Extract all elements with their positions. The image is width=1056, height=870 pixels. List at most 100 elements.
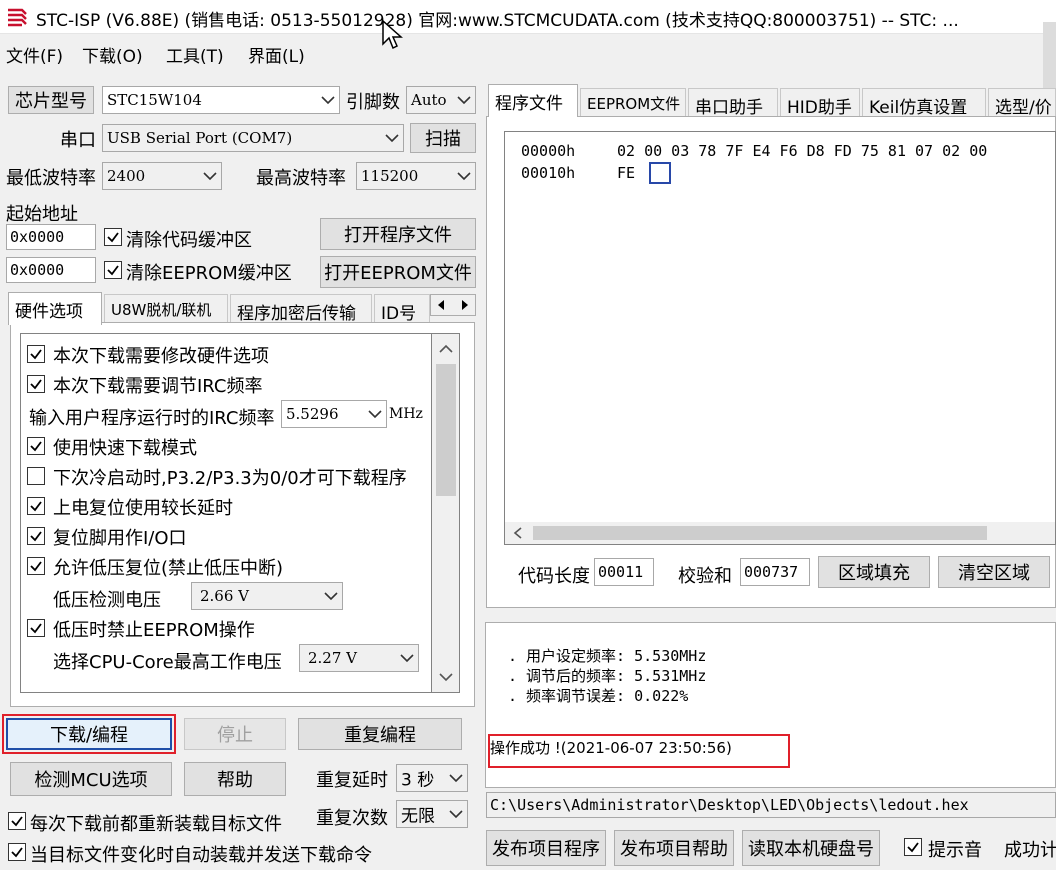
checkmark-icon bbox=[30, 531, 42, 542]
max-baud-label: 最高波特率 bbox=[256, 168, 346, 189]
low-voltage-label: 低压检测电压 bbox=[53, 590, 161, 611]
area-fill-button[interactable]: 区域填充 bbox=[818, 556, 930, 588]
reload-target-checkbox[interactable] bbox=[8, 812, 26, 830]
hardware-options-list: 本次下载需要修改硬件选项 本次下载需要调节IRC频率 输入用户程序运行时的IRC… bbox=[20, 333, 432, 693]
eeprom-address-input[interactable]: 0x0000 bbox=[6, 257, 96, 283]
checkbox[interactable] bbox=[27, 467, 45, 485]
log-line: . 用户设定频率: 5.530MHz bbox=[508, 647, 707, 665]
app-icon bbox=[6, 6, 28, 28]
pin-count-value: Auto bbox=[411, 91, 447, 109]
tab-id-number[interactable]: ID号 bbox=[374, 294, 430, 324]
checkmark-icon bbox=[907, 842, 919, 853]
chip-model-value: STC15W104 bbox=[107, 91, 202, 109]
irc-frequency-label: 输入用户程序运行时的IRC频率 bbox=[29, 408, 275, 429]
scan-button[interactable]: 扫描 bbox=[410, 123, 476, 153]
scroll-left-icon[interactable] bbox=[513, 527, 523, 539]
checkmark-icon bbox=[11, 816, 23, 827]
repeat-count-value: 无限 bbox=[401, 806, 435, 827]
arrow-right-icon[interactable] bbox=[455, 299, 473, 311]
chip-model-button[interactable]: 芯片型号 bbox=[8, 86, 94, 114]
menu-interface[interactable]: 界面(L) bbox=[248, 42, 305, 67]
tab-serial-assistant[interactable]: 串口助手 bbox=[688, 88, 778, 118]
publish-program-button[interactable]: 发布项目程序 bbox=[486, 830, 606, 866]
min-baud-value: 2400 bbox=[107, 167, 146, 185]
serial-port-select[interactable]: USB Serial Port (COM7) bbox=[102, 124, 404, 152]
serial-port-label: 串口 bbox=[60, 130, 96, 151]
scroll-up-icon[interactable] bbox=[439, 344, 453, 354]
scroll-thumb[interactable] bbox=[436, 364, 456, 496]
menu-file[interactable]: 文件(F) bbox=[6, 42, 63, 67]
start-address-label: 起始地址 bbox=[6, 204, 78, 225]
hex-cursor bbox=[649, 162, 671, 184]
repeat-program-button[interactable]: 重复编程 bbox=[298, 718, 462, 750]
checkbox[interactable] bbox=[27, 619, 45, 637]
tab-eeprom-file[interactable]: EEPROM文件 bbox=[580, 88, 686, 118]
cpu-core-voltage-label: 选择CPU-Core最高工作电压 bbox=[53, 652, 282, 673]
open-program-file-button[interactable]: 打开程序文件 bbox=[320, 218, 476, 250]
tab-program-file[interactable]: 程序文件 bbox=[488, 84, 578, 117]
hex-line-address: 00010h bbox=[521, 164, 576, 182]
reload-target-label: 每次下载前都重新装载目标文件 bbox=[30, 814, 282, 835]
min-baud-select[interactable]: 2400 bbox=[102, 162, 222, 190]
tab-hardware-options[interactable]: 硬件选项 bbox=[8, 292, 102, 325]
option-label: 允许低压复位(禁止低压中断) bbox=[53, 558, 284, 579]
beep-checkbox[interactable] bbox=[904, 838, 922, 856]
menu-bar: 文件(F) 下载(O) 工具(T) 界面(L) bbox=[0, 36, 1040, 70]
tab-encrypted-transfer[interactable]: 程序加密后传输 bbox=[230, 294, 372, 324]
detect-mcu-options-button[interactable]: 检测MCU选项 bbox=[10, 762, 172, 796]
clear-area-button[interactable]: 清空区域 bbox=[938, 556, 1050, 588]
checkmark-icon bbox=[30, 441, 42, 452]
menu-tools[interactable]: 工具(T) bbox=[166, 42, 224, 67]
auto-load-label: 当目标文件变化时自动装载并发送下载命令 bbox=[30, 845, 372, 866]
tab-scroll-arrows[interactable] bbox=[430, 294, 476, 316]
cpu-core-voltage-value: 2.27 V bbox=[308, 649, 357, 667]
read-disk-id-button[interactable]: 读取本机硬盘号 bbox=[742, 830, 880, 866]
clear-eeprom-label: 清除EEPROM缓冲区 bbox=[126, 263, 292, 284]
repeat-count-label: 重复次数 bbox=[316, 808, 388, 829]
max-baud-select[interactable]: 115200 bbox=[356, 162, 476, 190]
checkbox[interactable] bbox=[27, 497, 45, 515]
tab-selection-price[interactable]: 选型/价 bbox=[988, 88, 1056, 118]
hardware-options-scrollbar[interactable] bbox=[432, 333, 460, 693]
menu-download[interactable]: 下载(O) bbox=[82, 42, 143, 67]
low-voltage-select[interactable]: 2.66 V bbox=[191, 582, 343, 610]
log-line: . 调节后的频率: 5.531MHz bbox=[508, 667, 707, 685]
pin-count-select[interactable]: Auto bbox=[406, 86, 476, 114]
checkbox[interactable] bbox=[27, 345, 45, 363]
irc-frequency-value: 5.5296 bbox=[286, 405, 339, 423]
hex-editor[interactable]: 00000h 02 00 03 78 7F E4 F6 D8 FD 75 81 … bbox=[504, 131, 1056, 545]
option-label: 本次下载需要修改硬件选项 bbox=[53, 346, 269, 367]
clear-eeprom-checkbox[interactable] bbox=[104, 261, 122, 279]
scroll-thumb[interactable] bbox=[533, 526, 987, 540]
chevron-down-icon bbox=[324, 592, 338, 601]
tab-hid-assistant[interactable]: HID助手 bbox=[780, 88, 860, 118]
repeat-count-select[interactable]: 无限 bbox=[396, 800, 468, 828]
clear-code-checkbox[interactable] bbox=[104, 228, 122, 246]
checkbox[interactable] bbox=[27, 437, 45, 455]
scroll-down-icon[interactable] bbox=[439, 672, 453, 682]
hex-horizontal-scrollbar[interactable] bbox=[505, 522, 1055, 544]
irc-frequency-select[interactable]: 5.5296 bbox=[281, 400, 387, 428]
checkbox[interactable] bbox=[27, 375, 45, 393]
checkmark-icon bbox=[11, 847, 23, 858]
checksum-value: 000737 bbox=[740, 558, 810, 586]
checkbox[interactable] bbox=[27, 557, 45, 575]
option-label: 低压时禁止EEPROM操作 bbox=[53, 620, 255, 641]
repeat-delay-select[interactable]: 3 秒 bbox=[396, 764, 468, 792]
checkmark-icon bbox=[30, 349, 42, 360]
checkbox[interactable] bbox=[27, 527, 45, 545]
code-address-input[interactable]: 0x0000 bbox=[6, 224, 96, 250]
clear-code-label: 清除代码缓冲区 bbox=[126, 230, 252, 251]
chevron-down-icon bbox=[203, 172, 217, 181]
arrow-left-icon[interactable] bbox=[433, 299, 451, 311]
cpu-core-voltage-select[interactable]: 2.27 V bbox=[299, 644, 419, 672]
open-eeprom-file-button[interactable]: 打开EEPROM文件 bbox=[320, 256, 476, 288]
tab-keil-debug[interactable]: Keil仿真设置 bbox=[862, 88, 986, 118]
stop-button[interactable]: 停止 bbox=[184, 718, 286, 750]
help-button[interactable]: 帮助 bbox=[184, 762, 286, 796]
publish-help-button[interactable]: 发布项目帮助 bbox=[614, 830, 734, 866]
tab-u8w-offline[interactable]: U8W脱机/联机 bbox=[104, 294, 228, 324]
chip-model-select[interactable]: STC15W104 bbox=[102, 86, 340, 114]
chevron-down-icon bbox=[457, 172, 471, 181]
auto-load-checkbox[interactable] bbox=[8, 843, 26, 861]
